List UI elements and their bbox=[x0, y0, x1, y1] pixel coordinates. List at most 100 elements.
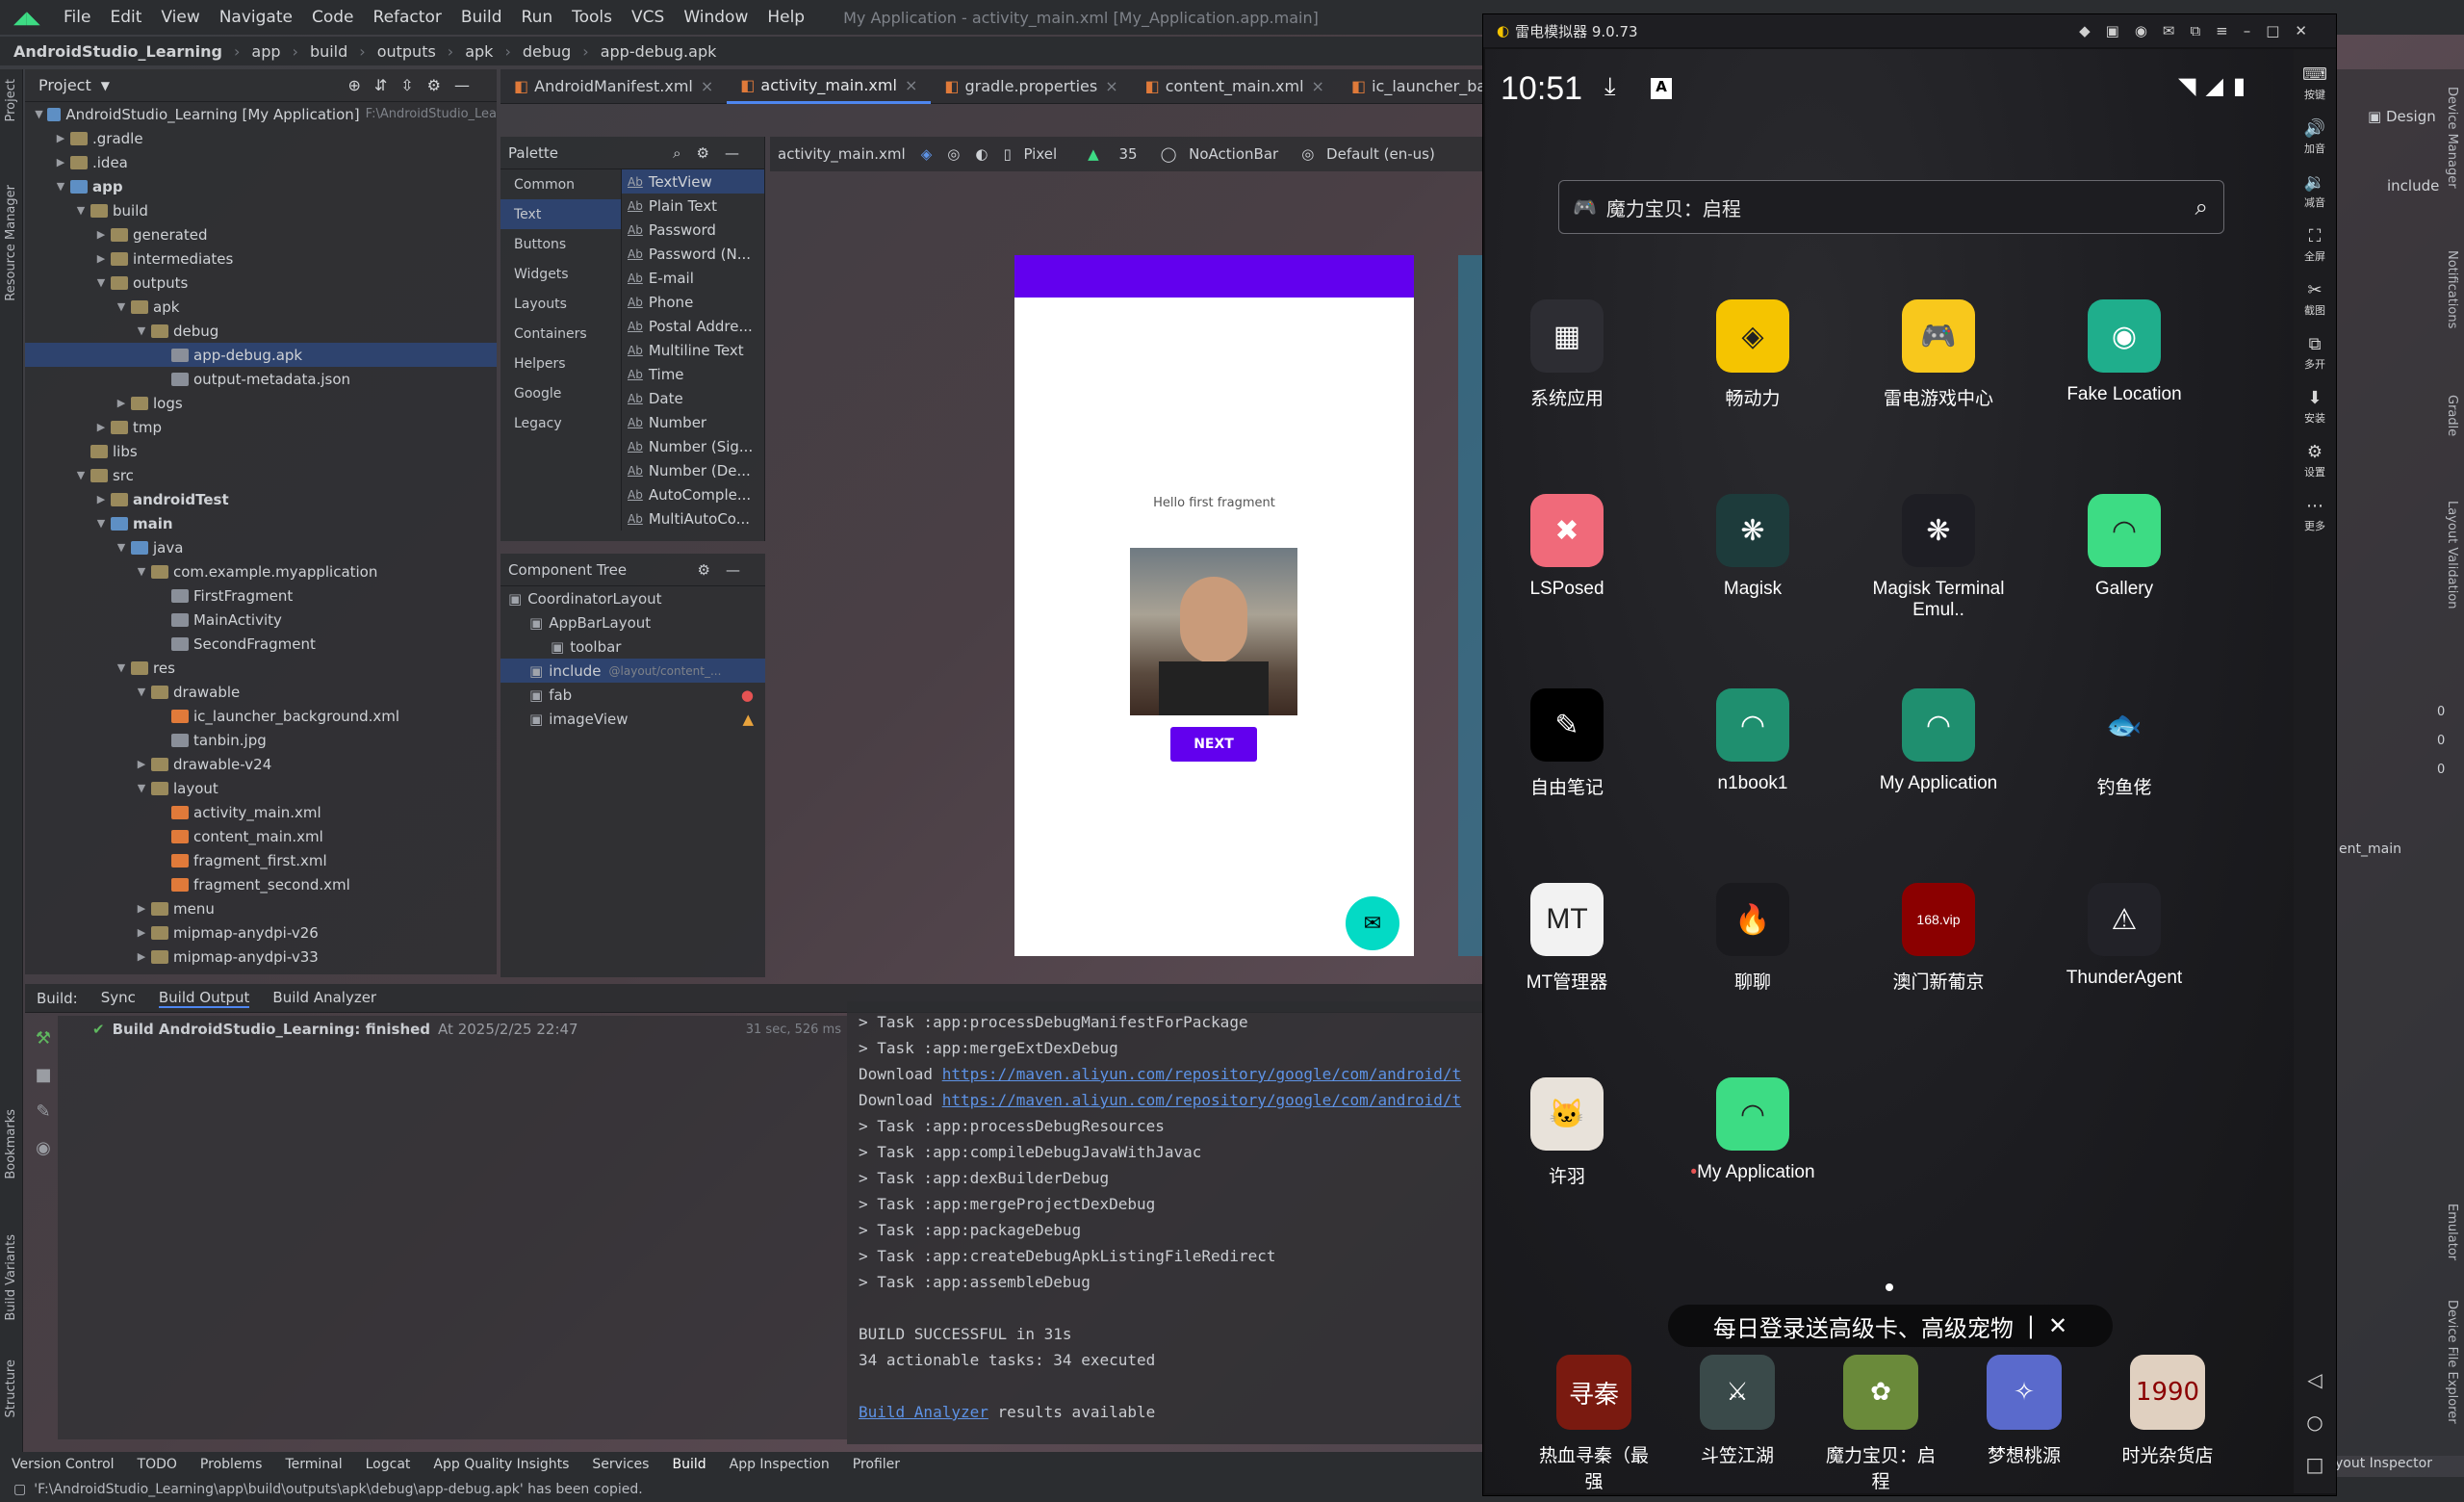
component-tree-item[interactable]: ▣ toolbar bbox=[500, 634, 765, 659]
app-icon[interactable]: ❋ bbox=[1716, 494, 1789, 567]
locale-selector[interactable]: ◎ Default (en-us) bbox=[1301, 145, 1443, 163]
tool-window-button[interactable]: Build bbox=[672, 1457, 706, 1472]
chevron-icon[interactable]: ▼ bbox=[114, 300, 129, 313]
app-icon[interactable]: ◠ bbox=[1902, 688, 1975, 762]
palette-item[interactable]: Ab Password bbox=[622, 218, 764, 242]
fab-mail-icon[interactable]: ✉ bbox=[1346, 896, 1399, 950]
dock-app-icon[interactable]: 1990 bbox=[2130, 1355, 2205, 1430]
component-tree-actions[interactable]: ⚙— bbox=[698, 561, 756, 579]
tree-item[interactable]: ▶ menu bbox=[25, 896, 497, 920]
menu-edit[interactable]: Edit bbox=[110, 8, 141, 27]
component-tree-item[interactable]: ▣ fab ● bbox=[500, 683, 765, 707]
tree-item[interactable]: ▼ app bbox=[25, 174, 497, 198]
tool-window-button[interactable]: Problems bbox=[200, 1457, 263, 1472]
search-icon[interactable]: ⌕ bbox=[2195, 194, 2208, 220]
blueprint-icon[interactable]: ◎ bbox=[947, 145, 960, 163]
chevron-icon[interactable]: ▶ bbox=[93, 493, 109, 505]
close-icon[interactable]: × bbox=[701, 77, 713, 95]
app-icon-item[interactable]: ◠ My Application bbox=[1866, 688, 2011, 794]
tool-window-button[interactable]: Version Control bbox=[12, 1457, 115, 1472]
emulator-window-controls[interactable]: ◆▣◉✉⧉≡–□✕ bbox=[2079, 22, 2323, 39]
panel-actions[interactable]: ⊕⇵⇳⚙— bbox=[347, 76, 483, 94]
layout-preview[interactable]: Hello first fragment NEXT ✉ bbox=[1014, 255, 1414, 956]
tree-item[interactable]: ▶ mipmap-anydpi-v26 bbox=[25, 920, 497, 945]
app-icon[interactable]: 🎮 bbox=[1902, 299, 1975, 373]
tree-item[interactable]: FirstFragment bbox=[25, 583, 497, 608]
editor-tab[interactable]: ◧ AndroidManifest.xml × bbox=[500, 69, 727, 104]
bookmarks-tool-button[interactable]: Bookmarks bbox=[4, 1109, 18, 1179]
app-icon-item[interactable]: ◠ Gallery bbox=[2052, 494, 2196, 600]
chevron-icon[interactable]: ▼ bbox=[134, 686, 149, 698]
layout-inspector-label[interactable]: yout Inspector bbox=[2335, 1456, 2432, 1471]
tree-item[interactable]: ▶ .gradle bbox=[25, 126, 497, 150]
app-icon[interactable]: ❋ bbox=[1902, 494, 1975, 567]
dock-app-item[interactable]: 寻秦 热血寻秦（最强 bbox=[1531, 1355, 1656, 1493]
tree-item[interactable]: ▶ .idea bbox=[25, 150, 497, 174]
app-icon-item[interactable]: ◈ 畅动力 bbox=[1681, 299, 1825, 410]
chevron-icon[interactable]: ▼ bbox=[134, 565, 149, 578]
console-link[interactable]: https://maven.aliyun.com/repository/goog… bbox=[942, 1091, 1461, 1109]
close-icon[interactable]: × bbox=[1105, 77, 1117, 95]
tree-item[interactable]: SecondFragment bbox=[25, 632, 497, 656]
chevron-icon[interactable]: ▶ bbox=[134, 902, 149, 915]
tree-item[interactable]: ▼ com.example.myapplication bbox=[25, 559, 497, 583]
palette-category[interactable]: Layouts bbox=[500, 289, 621, 319]
layout-file-selector[interactable]: activity_main.xml bbox=[778, 145, 906, 163]
recents-nav-icon[interactable]: □ bbox=[2294, 1453, 2336, 1476]
menu-tools[interactable]: Tools bbox=[572, 8, 612, 27]
tree-item[interactable]: ▶ drawable-v24 bbox=[25, 752, 497, 776]
notifications-tool-button[interactable]: Notifications bbox=[2445, 250, 2459, 328]
emulator-side-button[interactable]: 🔉 减音 bbox=[2294, 172, 2336, 210]
hammer-icon[interactable]: ⚒ bbox=[33, 1021, 54, 1057]
tree-item[interactable]: activity_main.xml bbox=[25, 800, 497, 824]
tree-item[interactable]: ▼ build bbox=[25, 198, 497, 222]
emulator-titlebar[interactable]: ◐ 雷电模拟器 9.0.73 ◆▣◉✉⧉≡–□✕ bbox=[1483, 14, 2336, 47]
chevron-icon[interactable]: ▶ bbox=[93, 252, 109, 265]
dock-app-icon[interactable]: 寻秦 bbox=[1556, 1355, 1631, 1430]
close-icon[interactable]: ✕ bbox=[2048, 1312, 2067, 1339]
dock-app-icon[interactable]: ⚔ bbox=[1700, 1355, 1775, 1430]
dock-app-item[interactable]: ⚔ 斗笠江湖 bbox=[1675, 1355, 1800, 1467]
emulator-side-button[interactable]: ⌨ 按键 bbox=[2294, 65, 2336, 102]
tree-item[interactable]: fragment_first.xml bbox=[25, 848, 497, 872]
chevron-icon[interactable]: ▼ bbox=[73, 204, 89, 217]
palette-item[interactable]: Ab Number bbox=[622, 410, 764, 434]
palette-category[interactable]: Helpers bbox=[500, 349, 621, 378]
pin-icon[interactable]: ✎ bbox=[33, 1094, 54, 1130]
emulator-side-button[interactable]: ✂ 截图 bbox=[2294, 280, 2336, 318]
breadcrumb-item[interactable]: AndroidStudio_Learning bbox=[13, 42, 222, 61]
tool-window-button[interactable]: Profiler bbox=[853, 1457, 900, 1472]
menu-window[interactable]: Window bbox=[683, 8, 748, 27]
tool-window-button[interactable]: TODO bbox=[138, 1457, 177, 1472]
console-link[interactable]: Build Analyzer bbox=[859, 1403, 988, 1421]
tree-item[interactable]: tanbin.jpg bbox=[25, 728, 497, 752]
menu-vcs[interactable]: VCS bbox=[631, 8, 664, 27]
app-icon-item[interactable]: ◠ •My Application bbox=[1681, 1077, 1825, 1183]
tool-window-button[interactable]: App Inspection bbox=[730, 1457, 830, 1472]
layers-icon[interactable]: ◈ bbox=[921, 145, 933, 163]
build-tab[interactable]: Build Output bbox=[158, 989, 250, 1008]
tree-item[interactable]: ▼ apk bbox=[25, 295, 497, 319]
tool-window-button[interactable]: App Quality Insights bbox=[433, 1457, 569, 1472]
layout-validation-tool-button[interactable]: Layout Validation bbox=[2445, 501, 2459, 609]
dock-app-item[interactable]: ✿ 魔力宝贝：启程 bbox=[1818, 1355, 1943, 1493]
promo-toast[interactable]: 每日登录送高级卡、高级宠物 | ✕ bbox=[1668, 1305, 2113, 1347]
editor-tab[interactable]: ◧ activity_main.xml × bbox=[727, 69, 932, 104]
app-icon[interactable]: ◠ bbox=[2088, 494, 2161, 567]
tree-item[interactable]: ▼ main bbox=[25, 511, 497, 535]
app-icon[interactable]: ◠ bbox=[1716, 688, 1789, 762]
emulator-side-button[interactable]: ⚙ 设置 bbox=[2294, 442, 2336, 479]
tree-item[interactable]: fragment_second.xml bbox=[25, 872, 497, 896]
menu-refactor[interactable]: Refactor bbox=[373, 8, 442, 27]
app-icon[interactable]: 🐟 bbox=[2088, 688, 2161, 762]
app-bar-preview[interactable] bbox=[1014, 255, 1414, 298]
app-icon-item[interactable]: ⚠ ThunderAgent bbox=[2052, 883, 2196, 989]
design-mode-tab[interactable]: ▣ Design bbox=[2368, 108, 2436, 125]
tree-item[interactable]: content_main.xml bbox=[25, 824, 497, 848]
tool-window-button[interactable]: Logcat bbox=[366, 1457, 411, 1472]
palette-category[interactable]: Legacy bbox=[500, 408, 621, 438]
chevron-icon[interactable]: ▶ bbox=[114, 397, 129, 409]
chevron-icon[interactable]: ▶ bbox=[134, 926, 149, 939]
tree-item[interactable]: ic_launcher_background.xml bbox=[25, 704, 497, 728]
tree-item[interactable]: ▶ logs bbox=[25, 391, 497, 415]
